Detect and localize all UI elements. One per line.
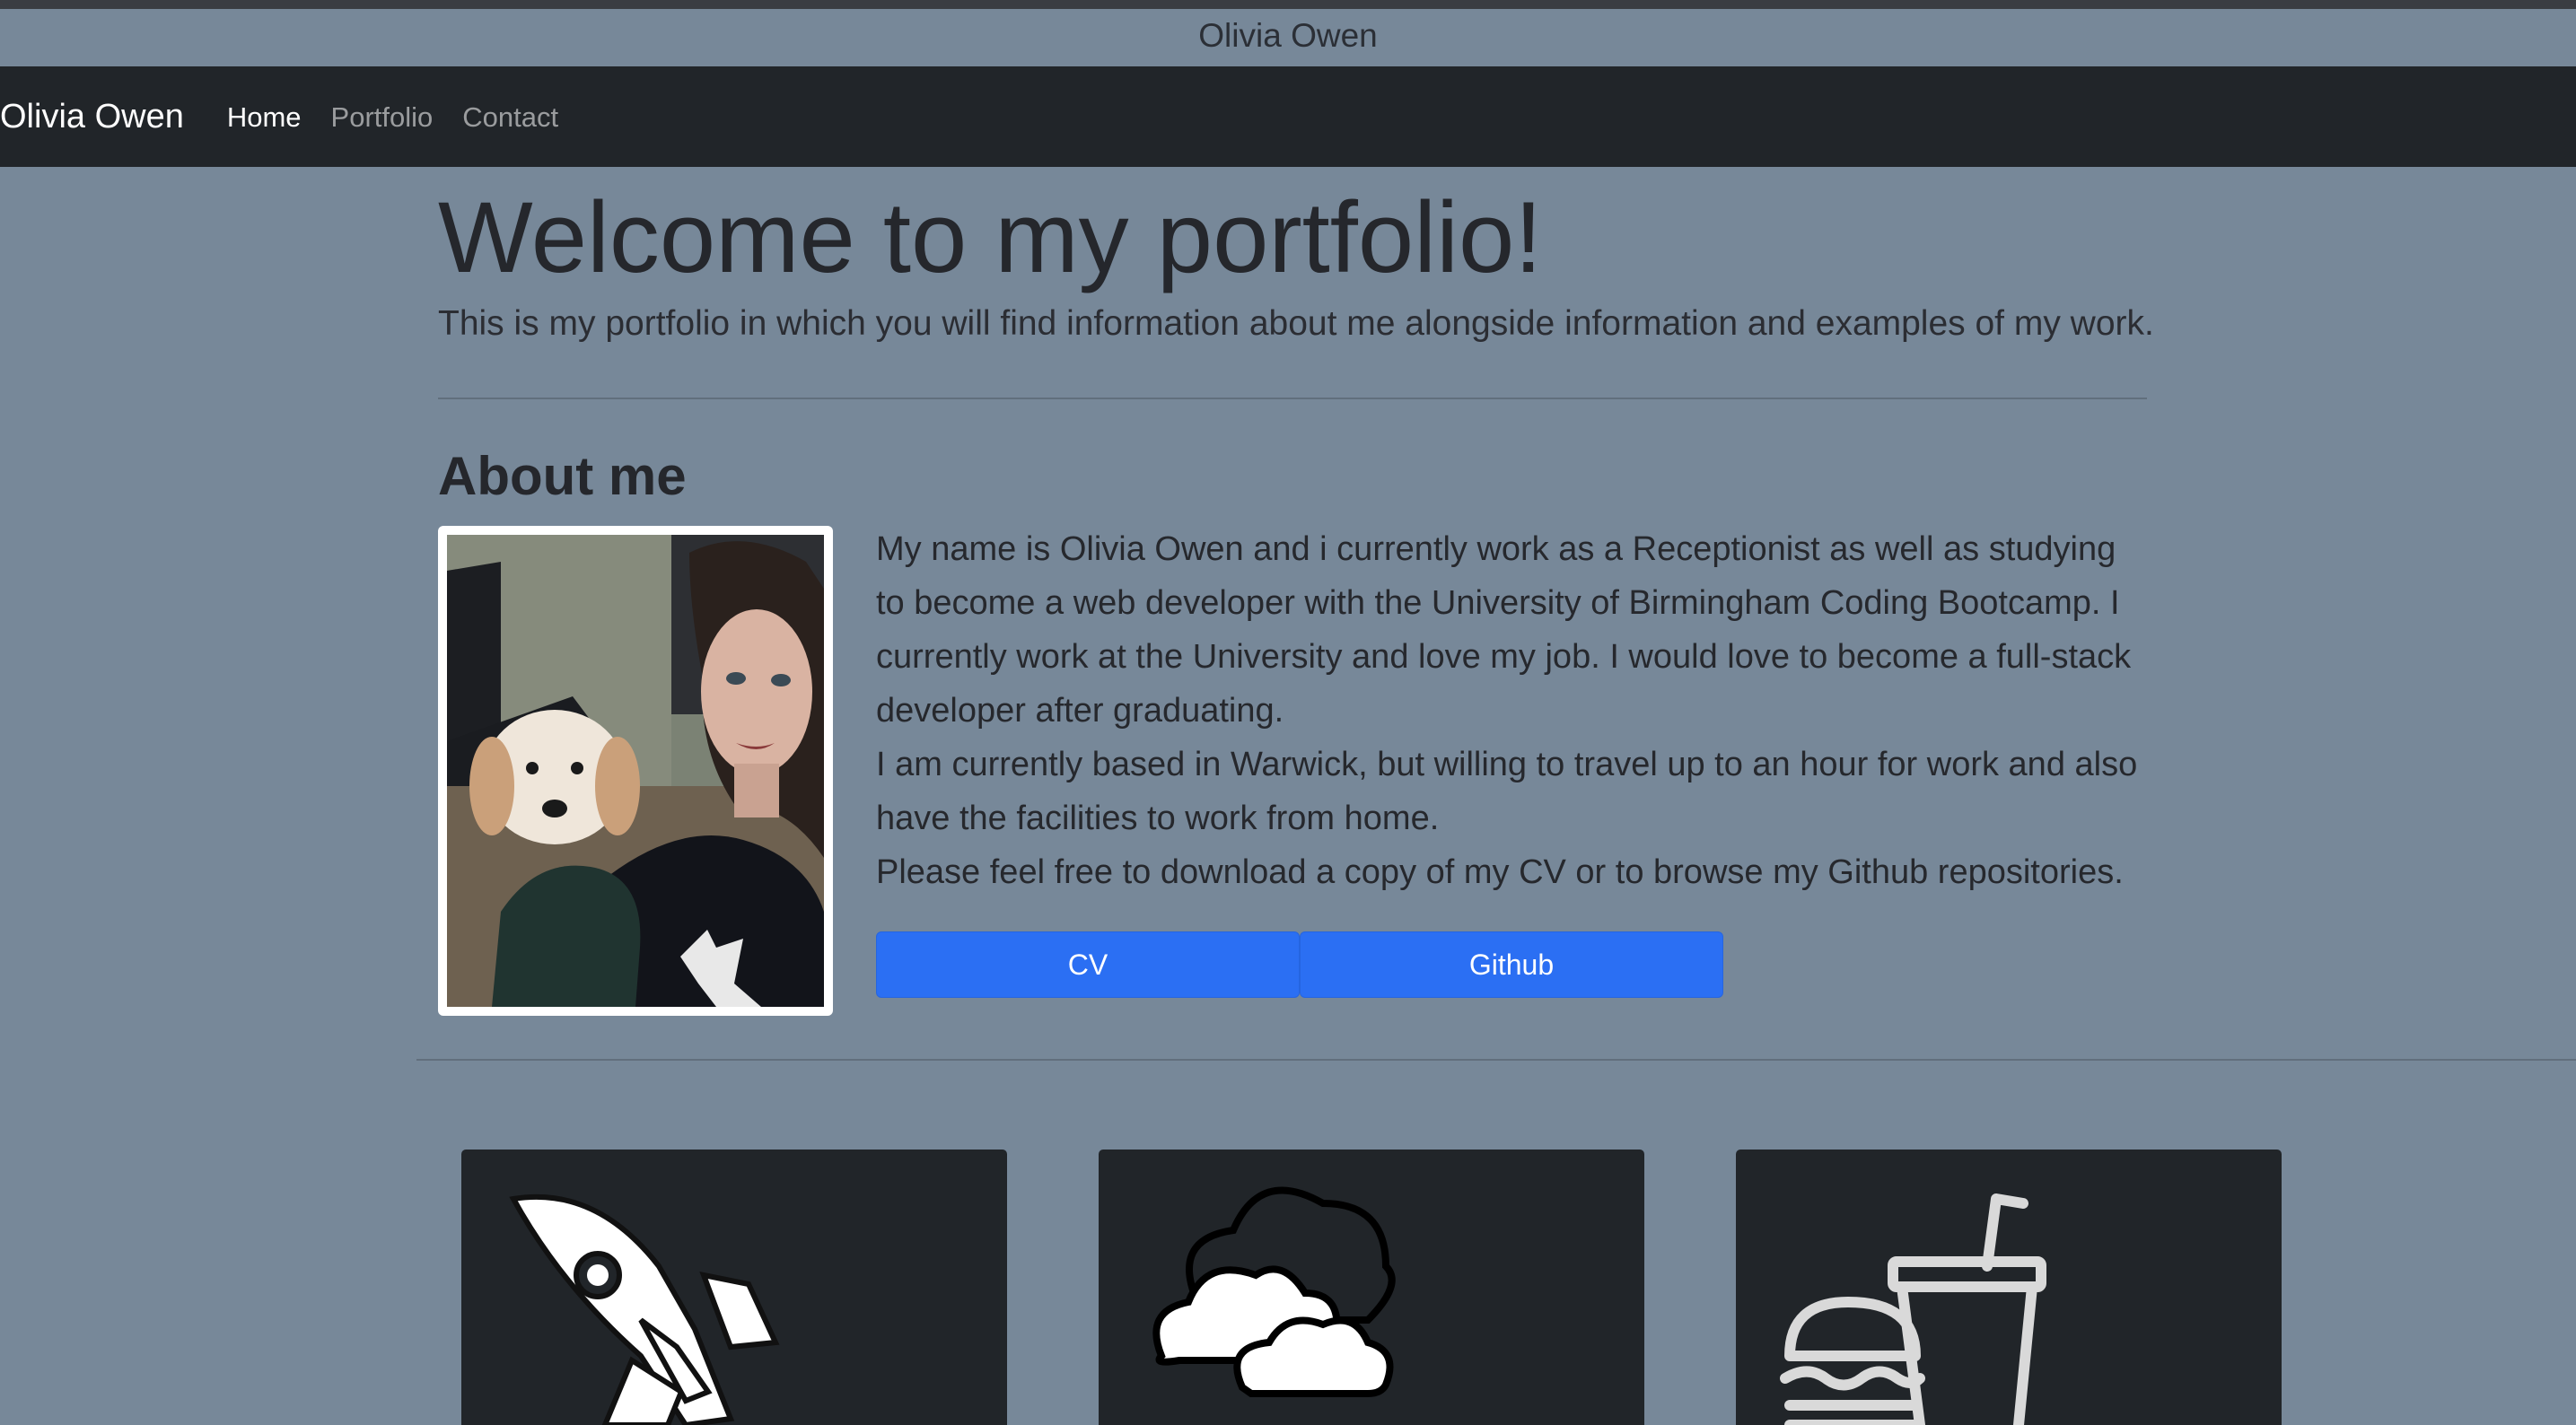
about-title: About me xyxy=(438,446,687,506)
about-paragraph: Please feel free to download a copy of m… xyxy=(876,853,2124,891)
profile-photo-frame xyxy=(438,526,833,1016)
portfolio-card[interactable] xyxy=(461,1150,1007,1425)
navbar-brand[interactable]: Olivia Owen xyxy=(0,100,184,134)
nav-link-home[interactable]: Home xyxy=(227,103,302,131)
about-text: My name is Olivia Owen and i currently w… xyxy=(876,522,2151,899)
window-top-strip xyxy=(0,0,2576,9)
hero-title: Welcome to my portfolio! xyxy=(438,181,1543,293)
divider xyxy=(438,398,2147,399)
nav-link-contact[interactable]: Contact xyxy=(462,103,558,131)
navbar: Olivia Owen Home Portfolio Contact xyxy=(0,66,2576,167)
portfolio-card[interactable] xyxy=(1099,1150,1644,1425)
profile-photo xyxy=(447,535,824,1007)
portfolio-card[interactable] xyxy=(1736,1150,2282,1425)
rocket-icon xyxy=(509,1193,780,1425)
github-button[interactable]: Github xyxy=(1300,931,1723,998)
section-divider xyxy=(416,1059,2576,1061)
cv-button[interactable]: CV xyxy=(876,931,1300,998)
cloud-icon xyxy=(1152,1186,1396,1397)
nav-link-portfolio[interactable]: Portfolio xyxy=(331,103,434,131)
burger-drink-icon xyxy=(1780,1193,2046,1425)
about-paragraph: My name is Olivia Owen and i currently w… xyxy=(876,530,2132,730)
page-title: Olivia Owen xyxy=(1198,17,1378,54)
about-buttons: CV Github xyxy=(876,931,1723,998)
hero-lead: This is my portfolio in which you will f… xyxy=(438,304,2154,343)
about-paragraph: I am currently based in Warwick, but wil… xyxy=(876,746,2138,837)
